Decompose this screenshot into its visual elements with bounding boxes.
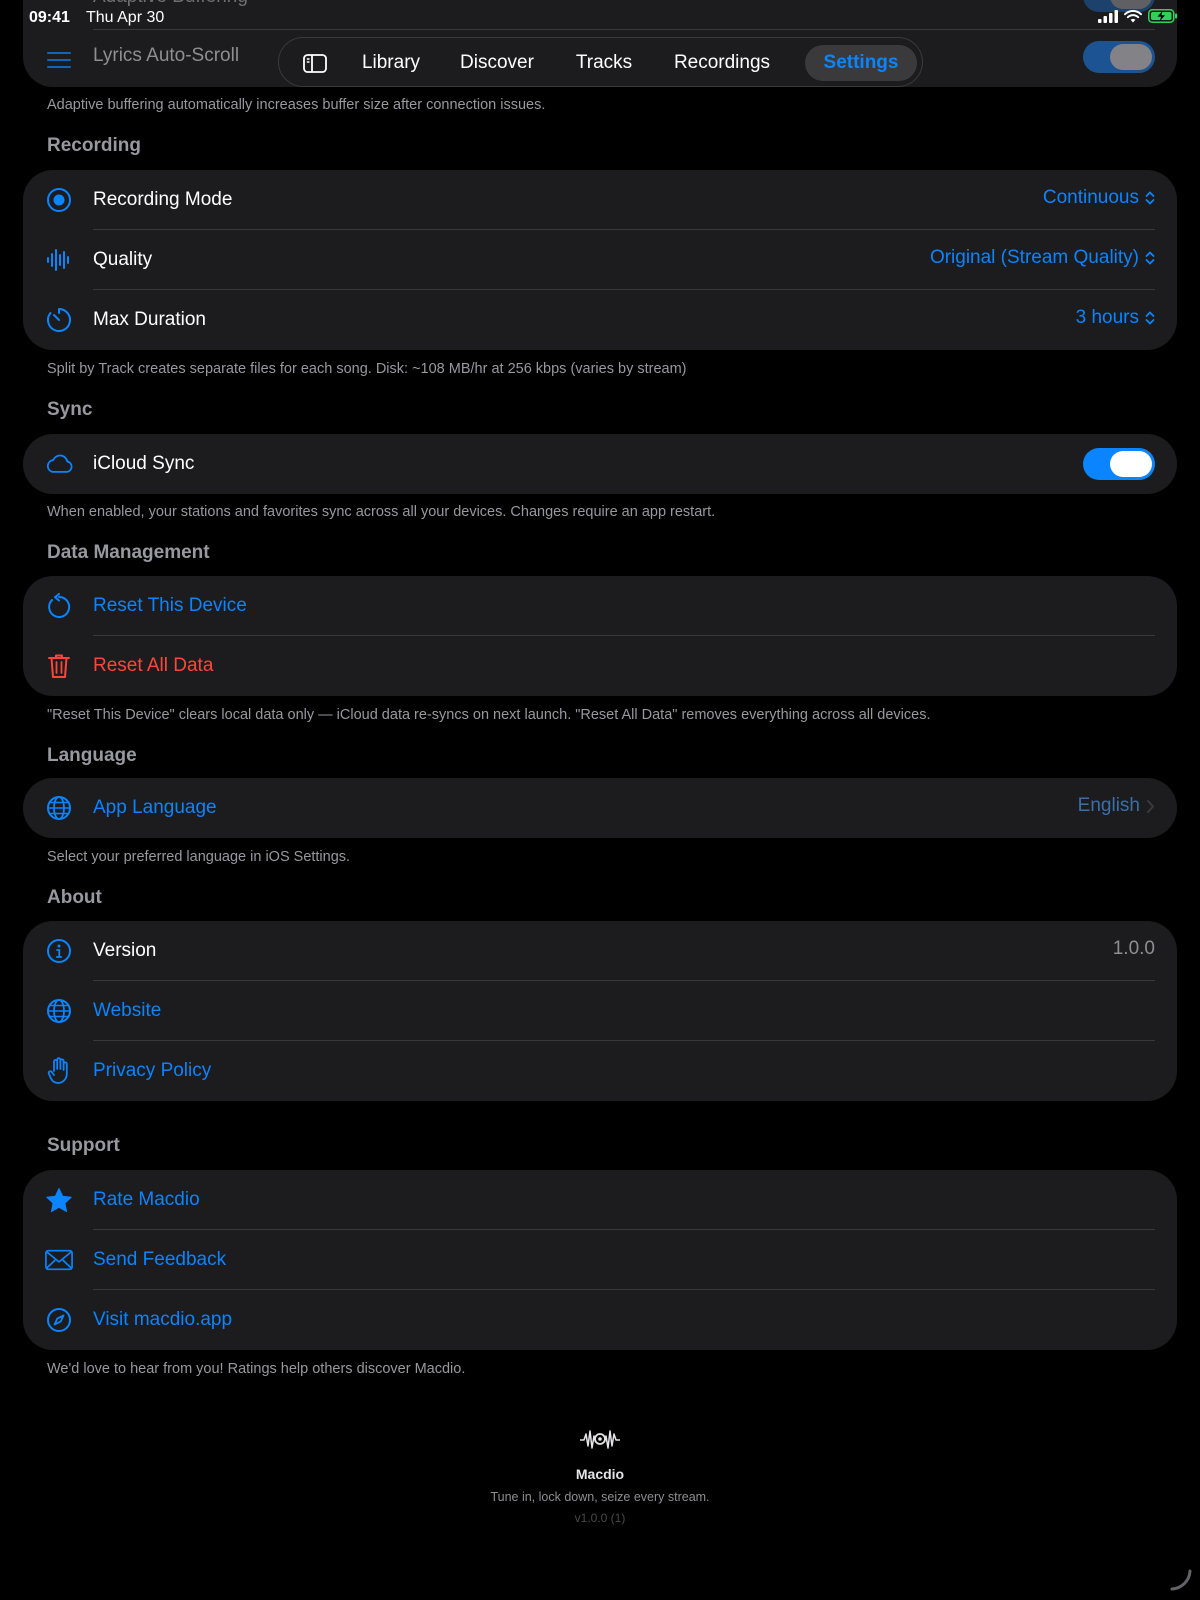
visit-website-label: Visit macdio.app — [93, 1309, 233, 1330]
language-footnote: Select your preferred language in iOS Se… — [47, 849, 351, 865]
app-language-value-group: English — [1078, 795, 1155, 817]
version-label: Version — [93, 940, 157, 961]
data-management-card: Reset This Device Reset All Data — [23, 576, 1177, 696]
icloud-sync-row[interactable]: iCloud Sync — [23, 434, 1177, 494]
envelope-icon — [45, 1246, 73, 1274]
recording-mode-picker[interactable]: Continuous — [1043, 187, 1155, 209]
support-section-title: Support — [47, 1135, 120, 1156]
globe-icon — [45, 997, 73, 1025]
max-duration-label: Max Duration — [93, 309, 206, 330]
icloud-sync-label: iCloud Sync — [93, 453, 195, 474]
max-duration-value: 3 hours — [1075, 307, 1139, 328]
icloud-sync-toggle[interactable] — [1083, 448, 1155, 480]
version-row: Version 1.0.0 — [23, 921, 1177, 981]
app-name: Macdio — [575, 1466, 625, 1482]
status-indicators — [1098, 9, 1178, 23]
send-feedback-label: Send Feedback — [93, 1249, 227, 1270]
language-section-title: Language — [47, 745, 137, 766]
recording-mode-row[interactable]: Recording Mode Continuous — [23, 170, 1177, 230]
tab-bar: Library Discover Tracks Recordings Setti… — [278, 37, 923, 87]
app-version: v1.0.0 (1) — [574, 1511, 626, 1525]
recording-footnote: Split by Track creates separate files fo… — [47, 361, 687, 377]
info-icon — [45, 937, 73, 965]
sync-footnote: When enabled, your stations and favorite… — [47, 504, 716, 520]
reset-all-data-button[interactable]: Reset All Data — [23, 636, 1177, 696]
cloud-icon — [45, 450, 73, 478]
recording-mode-value: Continuous — [1042, 187, 1139, 208]
tab-settings[interactable]: Settings — [805, 45, 917, 81]
timer-icon — [45, 306, 73, 334]
quality-label: Quality — [93, 249, 153, 270]
record-icon — [45, 186, 73, 214]
quality-value: Original (Stream Quality) — [929, 247, 1139, 268]
lyrics-autoscroll-label: Lyrics Auto-Scroll — [93, 45, 240, 66]
app-branding — [0, 1426, 1200, 1457]
status-time: 09:41 — [29, 9, 70, 26]
app-language-row[interactable]: App Language English — [23, 778, 1177, 838]
data-management-footnote: "Reset This Device" clears local data on… — [47, 707, 931, 723]
chevron-up-down-icon — [1145, 251, 1155, 265]
about-section-title: About — [47, 887, 102, 908]
scroll-corner-indicator — [1170, 1569, 1192, 1591]
chevron-right-icon — [1147, 799, 1154, 813]
recording-card: Recording Mode Continuous Quality Origin… — [23, 170, 1177, 350]
privacy-policy-link[interactable]: Privacy Policy — [23, 1041, 1177, 1101]
hand-raised-icon — [45, 1057, 73, 1085]
waveform-icon — [45, 246, 73, 274]
lyrics-autoscroll-toggle[interactable] — [1083, 41, 1155, 73]
app-tagline: Tune in, lock down, seize every stream. — [490, 1490, 710, 1504]
privacy-policy-label: Privacy Policy — [93, 1060, 212, 1081]
chevron-up-down-icon — [1145, 311, 1155, 325]
sync-card: iCloud Sync — [23, 434, 1177, 494]
tab-library[interactable]: Library — [351, 45, 431, 81]
website-label: Website — [93, 1000, 162, 1021]
recording-section-title: Recording — [47, 135, 141, 156]
data-management-section-title: Data Management — [47, 542, 210, 563]
website-link[interactable]: Website — [23, 981, 1177, 1041]
compass-icon — [45, 1306, 73, 1334]
cellular-signal-icon — [1098, 9, 1118, 23]
star-icon — [45, 1186, 73, 1214]
tab-recordings[interactable]: Recordings — [659, 45, 785, 81]
max-duration-row[interactable]: Max Duration 3 hours — [23, 290, 1177, 350]
chevron-up-down-icon — [1145, 191, 1155, 205]
app-language-value: English — [1077, 795, 1140, 816]
language-card: App Language English — [23, 778, 1177, 838]
sidebar-icon — [303, 53, 327, 73]
status-bar: 09:41 Thu Apr 30 — [0, 0, 1200, 34]
tab-discover[interactable]: Discover — [447, 45, 547, 81]
recording-mode-label: Recording Mode — [93, 189, 233, 210]
reset-device-label: Reset This Device — [93, 595, 247, 616]
support-footnote: We'd love to hear from you! Ratings help… — [47, 1361, 466, 1377]
app-language-label: App Language — [93, 797, 217, 818]
sidebar-toggle-button[interactable] — [293, 45, 337, 81]
rate-app-link[interactable]: Rate Macdio — [23, 1170, 1177, 1230]
reset-device-button[interactable]: Reset This Device — [23, 576, 1177, 636]
visit-website-link[interactable]: Visit macdio.app — [23, 1290, 1177, 1350]
status-date: Thu Apr 30 — [86, 9, 165, 26]
battery-charging-icon — [1148, 9, 1178, 23]
reset-arrow-icon — [45, 592, 73, 620]
reset-all-data-label: Reset All Data — [93, 655, 214, 676]
playback-footnote: Adaptive buffering automatically increas… — [47, 97, 546, 113]
quality-row[interactable]: Quality Original (Stream Quality) — [23, 230, 1177, 290]
rate-app-label: Rate Macdio — [93, 1189, 200, 1210]
globe-icon — [45, 794, 73, 822]
support-card: Rate Macdio Send Feedback Visit macdio.a… — [23, 1170, 1177, 1350]
version-value: 1.0.0 — [1112, 938, 1155, 959]
send-feedback-link[interactable]: Send Feedback — [23, 1230, 1177, 1290]
sync-section-title: Sync — [47, 399, 93, 420]
trash-icon — [45, 652, 73, 680]
wifi-icon — [1124, 9, 1142, 22]
about-card: Version 1.0.0 Website Privacy Policy — [23, 921, 1177, 1101]
lines-icon — [45, 46, 73, 74]
tab-tracks[interactable]: Tracks — [562, 45, 646, 81]
max-duration-picker[interactable]: 3 hours — [1076, 307, 1155, 329]
app-logo-icon — [580, 1430, 620, 1449]
quality-picker[interactable]: Original (Stream Quality) — [930, 247, 1155, 269]
